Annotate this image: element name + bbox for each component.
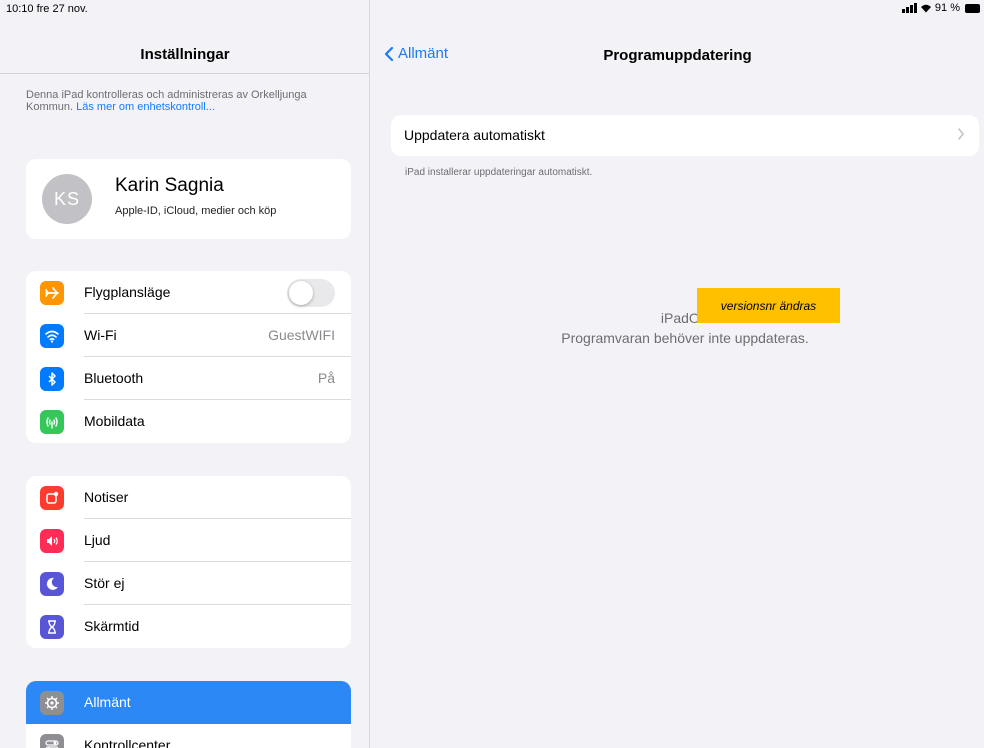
- os-name: iPadOS: [660, 310, 710, 326]
- sidebar-item-label: Skärmtid: [84, 618, 140, 634]
- airplane-mode-toggle[interactable]: [287, 279, 335, 307]
- hourglass-icon: [40, 615, 64, 639]
- auto-update-note: iPad installerar uppdateringar automatis…: [405, 167, 593, 178]
- management-link[interactable]: Läs mer om enhetskontroll...: [76, 101, 215, 113]
- auto-update-label: Uppdatera automatiskt: [404, 127, 545, 143]
- sidebar-item-label: Kontrollcenter: [84, 737, 171, 748]
- chevron-right-icon: [957, 127, 965, 144]
- sidebar-item-control-center[interactable]: Kontrollcenter: [26, 724, 351, 748]
- toggle-knob: [289, 281, 313, 305]
- antenna-icon: [40, 410, 64, 434]
- page-title: Programuppdatering: [603, 47, 752, 64]
- sidebar-item-label: Notiser: [84, 489, 129, 505]
- gear-icon: [40, 691, 64, 715]
- sidebar-item-label: Mobildata: [84, 413, 145, 429]
- management-note: Denna iPad kontrolleras och administrera…: [26, 89, 326, 113]
- bluetooth-status-value: På: [317, 370, 335, 386]
- wifi-icon: [40, 324, 64, 348]
- notifications-group: Notiser Ljud Stör ej Skärmtid: [26, 476, 351, 648]
- update-status-message: Programvaran behöver inte uppdateras.: [561, 330, 809, 346]
- avatar: KS: [42, 174, 92, 224]
- detail-pane: 91 % Allmänt Programuppdatering Uppdater…: [371, 0, 984, 748]
- cellular-signal-icon: [901, 3, 917, 13]
- sidebar: 10:10 fre 27 nov. Inställningar Denna iP…: [0, 0, 370, 748]
- sidebar-item-label: Allmänt: [84, 694, 131, 710]
- profile-name: Karin Sagnia: [115, 175, 224, 196]
- notifications-icon: [40, 486, 64, 510]
- general-group: Allmänt Kontrollcenter: [26, 681, 351, 748]
- sidebar-item-label: Flygplansläge: [84, 284, 171, 300]
- wifi-status-icon: [920, 4, 931, 13]
- sidebar-item-general[interactable]: Allmänt: [26, 681, 351, 724]
- moon-icon: [40, 572, 64, 596]
- sidebar-item-airplane-mode[interactable]: Flygplansläge: [26, 271, 351, 314]
- sidebar-item-label: Wi-Fi: [84, 327, 117, 343]
- sidebar-item-label: Stör ej: [84, 575, 125, 591]
- sidebar-item-sounds[interactable]: Ljud: [26, 519, 351, 562]
- sidebar-item-screen-time[interactable]: Skärmtid: [26, 605, 351, 648]
- speaker-icon: [40, 529, 64, 553]
- sidebar-item-wifi[interactable]: Wi-Fi GuestWIFI: [26, 314, 351, 357]
- status-time: 10:10 fre 27 nov.: [6, 3, 88, 15]
- sidebar-item-label: Ljud: [84, 532, 111, 548]
- bluetooth-icon: [40, 367, 64, 391]
- status-indicators: 91 %: [901, 2, 980, 14]
- sidebar-item-notifications[interactable]: Notiser: [26, 476, 351, 519]
- profile-card[interactable]: KS Karin Sagnia Apple-ID, iCloud, medier…: [26, 159, 351, 239]
- battery-percentage: 91 %: [934, 2, 960, 14]
- sidebar-item-mobile-data[interactable]: Mobildata: [26, 400, 351, 443]
- auto-update-row[interactable]: Uppdatera automatiskt: [391, 115, 979, 156]
- connectivity-group: Flygplansläge Wi-Fi GuestWIFI Bluetooth …: [26, 271, 351, 443]
- sidebar-item-label: Bluetooth: [84, 370, 144, 386]
- annotation-callout: versionsnr ändras: [697, 288, 840, 323]
- sidebar-title: Inställningar: [140, 46, 230, 63]
- toggles-icon: [40, 734, 64, 748]
- profile-subtitle: Apple-ID, iCloud, medier och köp: [115, 205, 277, 217]
- divider: [0, 73, 369, 74]
- sidebar-item-do-not-disturb[interactable]: Stör ej: [26, 562, 351, 605]
- wifi-network-value: GuestWIFI: [268, 327, 335, 343]
- airplane-icon: [40, 281, 64, 305]
- sidebar-item-bluetooth[interactable]: Bluetooth På: [26, 357, 351, 400]
- battery-icon: [965, 3, 980, 13]
